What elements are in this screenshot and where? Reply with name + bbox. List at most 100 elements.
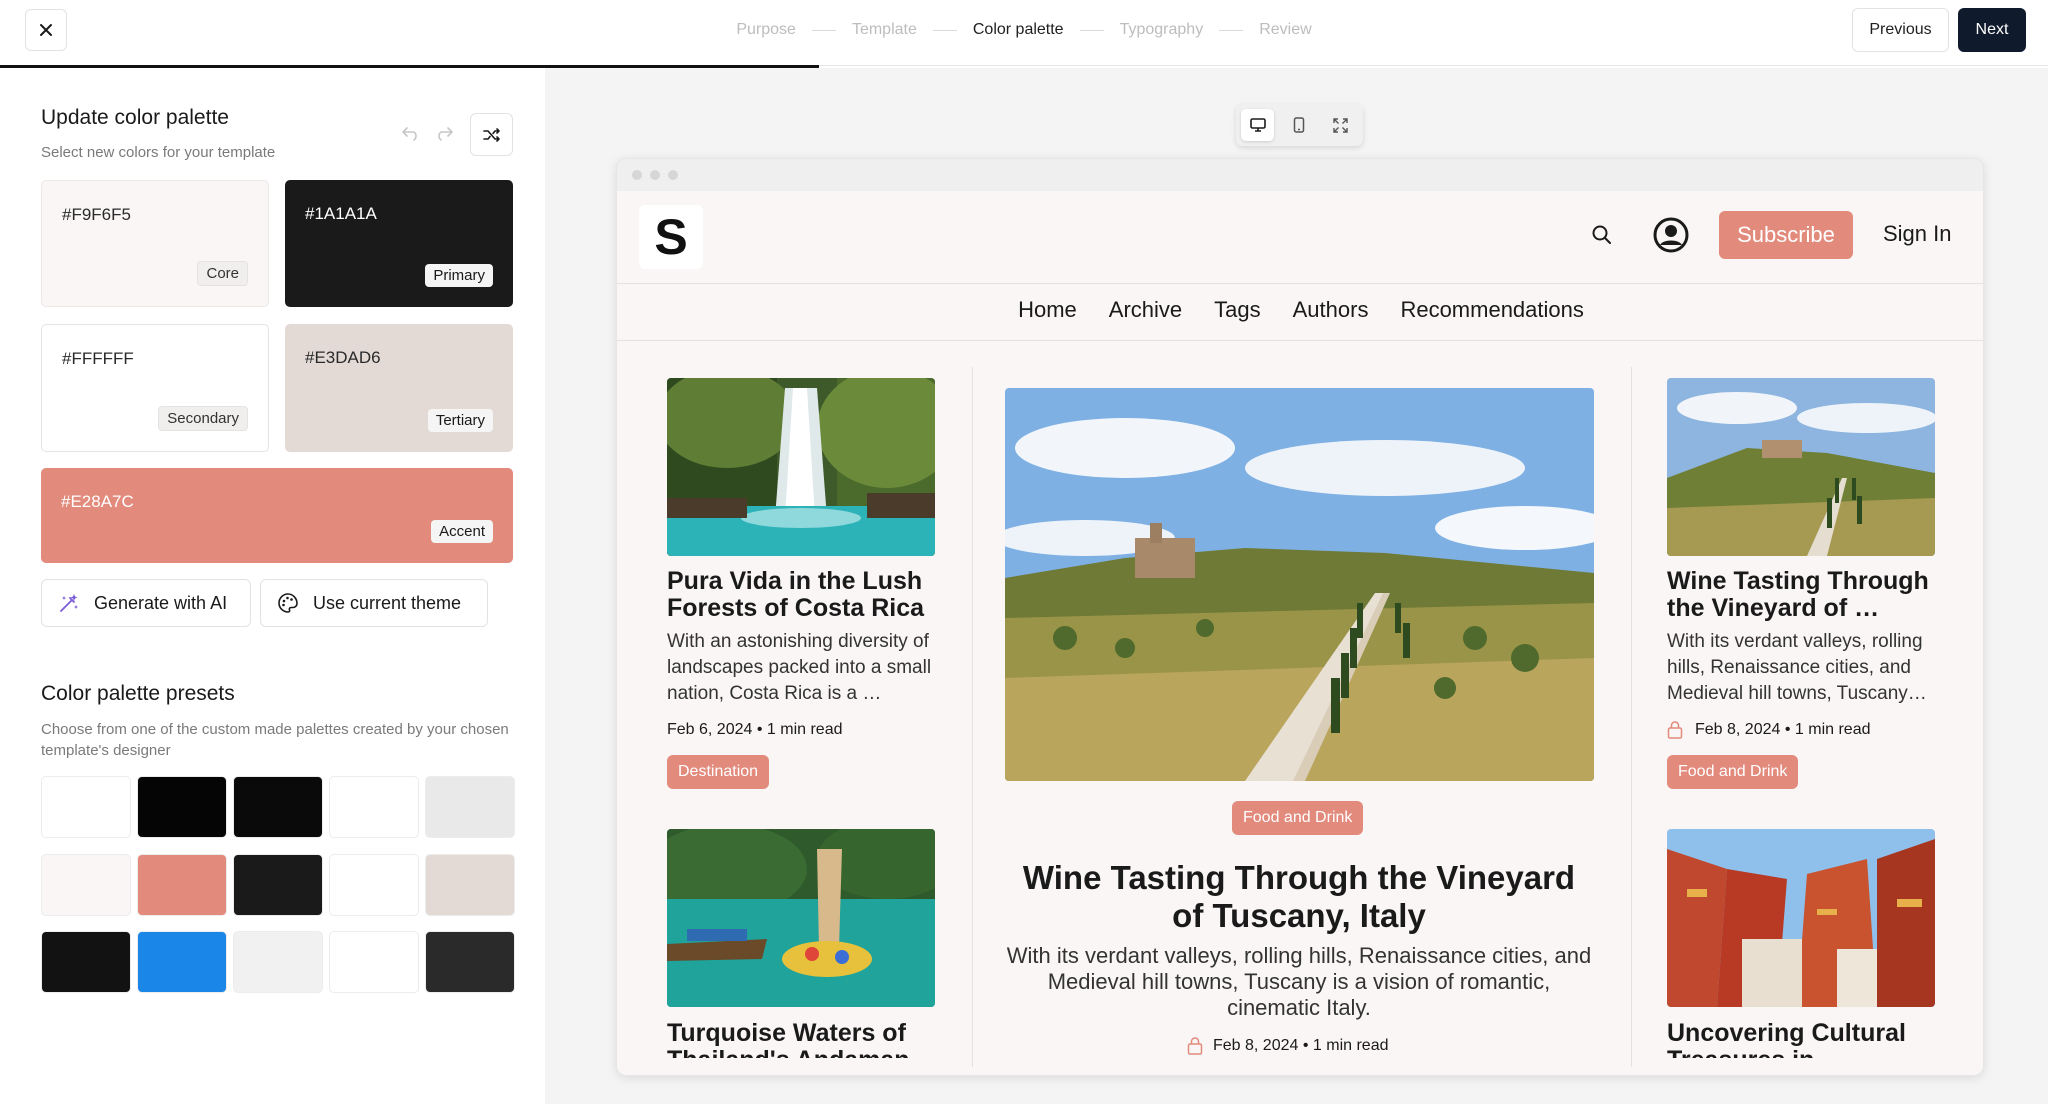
meta-text: Feb 8, 2024 • 1 min read <box>1213 1037 1389 1054</box>
divider <box>617 340 1983 341</box>
preset-swatch[interactable] <box>425 776 515 838</box>
preset-swatch[interactable] <box>137 776 227 838</box>
article-title[interactable]: Uncovering Cultural Treasures in <box>1667 1020 1937 1058</box>
preset-swatch[interactable] <box>329 776 419 838</box>
nav-tags[interactable]: Tags <box>1214 297 1260 323</box>
divider <box>617 283 1983 284</box>
step-template[interactable]: Template <box>852 21 917 39</box>
preset-swatch[interactable] <box>233 931 323 993</box>
tag-pill[interactable]: Food and Drink <box>1232 801 1364 835</box>
preset-swatch[interactable] <box>137 931 227 993</box>
hero-article-title[interactable]: Wine Tasting Through the Vineyard of Tus… <box>1005 859 1593 935</box>
step-separator <box>1079 29 1104 31</box>
palette-title: Update color palette <box>41 106 229 129</box>
nav-archive[interactable]: Archive <box>1109 297 1182 323</box>
step-typography[interactable]: Typography <box>1120 21 1204 39</box>
mobile-icon <box>1293 117 1304 133</box>
market-image[interactable] <box>1667 829 1935 1007</box>
swatch-label: Core <box>197 261 248 286</box>
shuffle-button[interactable] <box>470 113 513 156</box>
swatch-label: Tertiary <box>427 409 493 432</box>
account-icon <box>1653 217 1689 253</box>
column-divider <box>972 367 973 1067</box>
step-separator <box>932 29 957 31</box>
preset-swatch[interactable] <box>425 931 515 993</box>
magic-wand-icon <box>60 594 78 612</box>
site-account-button[interactable] <box>1652 216 1690 259</box>
desktop-view-button[interactable] <box>1241 109 1274 141</box>
preset-swatch[interactable] <box>41 931 131 993</box>
swatch-label: Accent <box>431 520 493 543</box>
swatch-accent[interactable]: #E28A7C Accent <box>41 468 513 563</box>
undo-button[interactable] <box>398 120 424 146</box>
desktop-icon <box>1249 118 1266 132</box>
column-divider <box>1631 367 1632 1067</box>
undo-icon <box>402 127 417 141</box>
article-meta: Feb 8, 2024 • 1 min read <box>1667 721 1870 739</box>
hero-article-meta: Feb 8, 2024 • 1 min read <box>1187 1037 1388 1055</box>
vineyard-image[interactable] <box>1667 378 1935 556</box>
device-switcher <box>1236 104 1363 146</box>
swatch-label: Secondary <box>158 406 248 431</box>
nav-recommendations[interactable]: Recommendations <box>1400 297 1583 323</box>
step-review[interactable]: Review <box>1259 21 1311 39</box>
presets-subtitle: Choose from one of the custom made palet… <box>41 721 509 759</box>
palette-panel: Update color palette Select new colors f… <box>0 68 545 1104</box>
window-dot <box>668 170 678 180</box>
step-color-palette[interactable]: Color palette <box>973 21 1064 39</box>
next-button[interactable]: Next <box>1958 8 2026 52</box>
previous-button[interactable]: Previous <box>1852 8 1949 52</box>
swatch-primary[interactable]: #1A1A1A Primary <box>285 180 513 307</box>
site-search-button[interactable] <box>1591 224 1613 251</box>
waterfall-image[interactable] <box>667 378 935 556</box>
preset-swatch[interactable] <box>137 854 227 916</box>
preset-swatch[interactable] <box>41 854 131 916</box>
tag-pill[interactable]: Food and Drink <box>1667 755 1799 789</box>
swatch-hex: #E28A7C <box>61 492 134 511</box>
lock-icon <box>1667 721 1683 739</box>
article-excerpt: With its verdant valleys, rolling hills,… <box>1667 631 1927 704</box>
boat-image[interactable] <box>667 829 935 1007</box>
fullscreen-button[interactable] <box>1324 109 1357 141</box>
preset-swatch[interactable] <box>329 854 419 916</box>
shuffle-icon <box>482 127 500 142</box>
swatch-secondary[interactable]: #FFFFFF Secondary <box>41 324 269 452</box>
site-subscribe-button[interactable]: Subscribe <box>1719 211 1853 259</box>
wizard-header: Purpose Template Color palette Typograph… <box>0 0 2048 68</box>
tuscany-hero-image[interactable] <box>1005 388 1594 781</box>
presets-title: Color palette presets <box>41 682 235 705</box>
site-signin-link[interactable]: Sign In <box>1883 221 1952 247</box>
article-excerpt: With an astonishing diversity of landsca… <box>667 631 932 704</box>
step-separator <box>1219 29 1244 31</box>
swatch-label: Primary <box>425 264 493 287</box>
generate-with-ai-button[interactable]: Generate with AI <box>41 579 251 627</box>
redo-button[interactable] <box>431 120 457 146</box>
preset-swatch[interactable] <box>425 854 515 916</box>
article-title[interactable]: Wine Tasting Through the Vineyard of … <box>1667 568 1937 622</box>
article-title[interactable]: Turquoise Waters of Thailand's Andaman <box>667 1020 937 1058</box>
tag-pill[interactable]: Destination <box>667 755 770 789</box>
meta-text: Feb 8, 2024 • 1 min read <box>1695 721 1871 738</box>
use-current-theme-button[interactable]: Use current theme <box>260 579 488 627</box>
fullscreen-icon <box>1333 117 1348 133</box>
generate-with-ai-label: Generate with AI <box>94 592 228 613</box>
article-meta: Feb 6, 2024 • 1 min read <box>667 721 843 738</box>
article-title[interactable]: Pura Vida in the Lush Forests of Costa R… <box>667 568 937 622</box>
preset-swatch[interactable] <box>233 854 323 916</box>
swatch-core[interactable]: #F9F6F5 Core <box>41 180 269 307</box>
site-logo[interactable]: S <box>639 205 703 269</box>
close-button[interactable] <box>25 9 67 51</box>
step-purpose[interactable]: Purpose <box>736 21 796 39</box>
nav-home[interactable]: Home <box>1018 297 1077 323</box>
wizard-steps: Purpose Template Color palette Typograph… <box>0 0 2048 60</box>
window-dot <box>632 170 642 180</box>
mobile-view-button[interactable] <box>1282 109 1315 141</box>
redo-icon <box>438 127 453 141</box>
preset-swatch[interactable] <box>41 776 131 838</box>
swatch-tertiary[interactable]: #E3DAD6 Tertiary <box>285 324 513 452</box>
preset-swatch[interactable] <box>233 776 323 838</box>
nav-authors[interactable]: Authors <box>1293 297 1369 323</box>
close-icon <box>40 24 52 36</box>
preset-swatch[interactable] <box>329 931 419 993</box>
step-separator <box>811 29 836 31</box>
